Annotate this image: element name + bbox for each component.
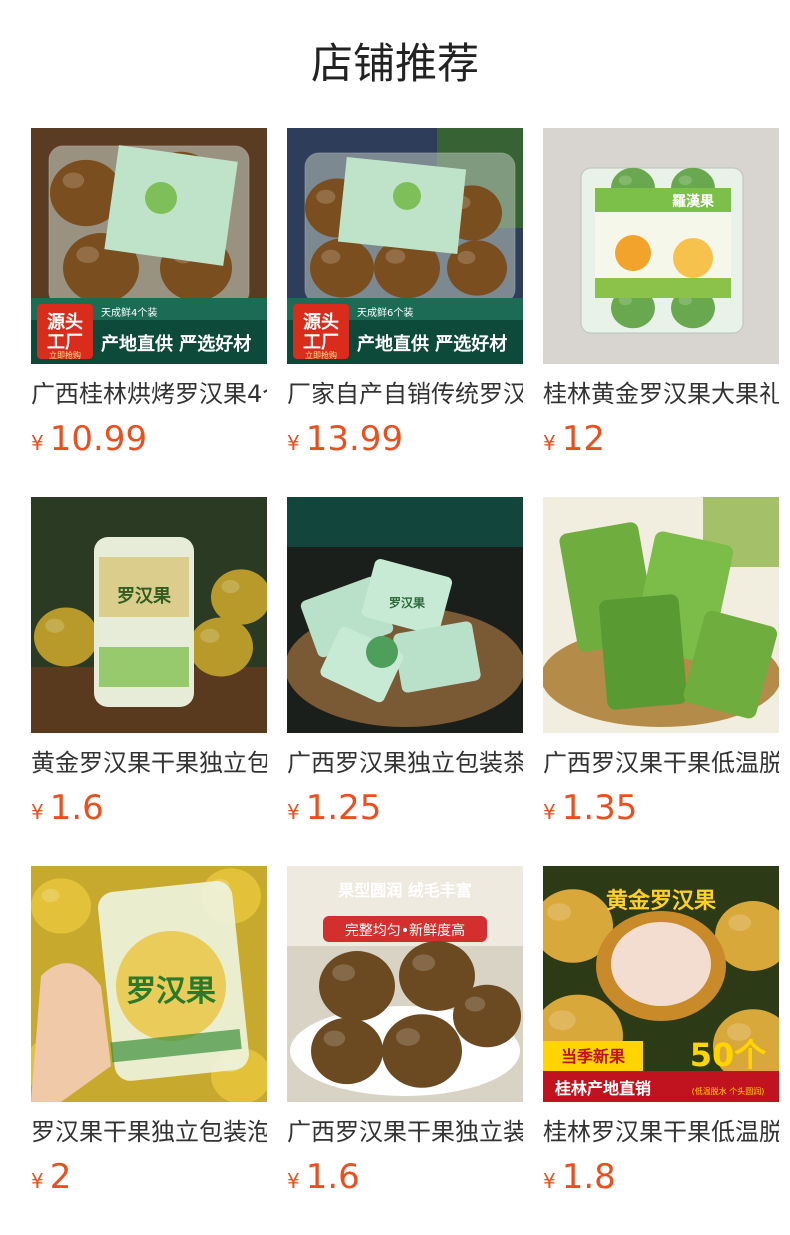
product-card[interactable]: 黄金罗汉果 当季新果 桂林产地直销 50个 (低温脱水 个头圆润) 桂林罗汉果干果… xyxy=(543,866,779,1235)
product-card[interactable]: 源头 工厂 立即抢购 天成鲜4个装 产地直供 严选好材广西桂林烘烤罗汉果4个装 ¥… xyxy=(31,128,267,497)
currency-symbol: ¥ xyxy=(287,1169,300,1193)
product-card[interactable]: 广西罗汉果干果低温脱水 ¥1.35 xyxy=(543,497,779,866)
image-text: 50个 xyxy=(690,1036,767,1074)
product-price: ¥10.99 xyxy=(31,416,267,468)
product-price: ¥1.8 xyxy=(543,1154,779,1206)
image-text: 天成鲜4个装 xyxy=(101,306,157,319)
product-price: ¥2 xyxy=(31,1154,267,1206)
image-text: 黄金罗汉果 xyxy=(606,888,716,914)
product-image-graphic: 源头 工厂 立即抢购 天成鲜4个装 产地直供 严选好材 xyxy=(31,128,267,364)
image-text: 产地直供 严选好材 xyxy=(357,333,507,355)
image-text: 源头 xyxy=(47,311,83,333)
product-card[interactable]: 源头 工厂 立即抢购 天成鲜6个装 产地直供 严选好材厂家自产自销传统罗汉果6个… xyxy=(287,128,523,497)
store-recommendations-page: 店铺推荐 源头 工厂 立即抢购 天成鲜4个装 产地直供 严选好材广西桂林烘烤罗汉… xyxy=(0,0,790,1234)
currency-symbol: ¥ xyxy=(31,1169,44,1193)
image-text: (低温脱水 个头圆润) xyxy=(692,1086,765,1096)
product-image[interactable]: 罗汉果 xyxy=(31,866,267,1102)
price-value: 1.6 xyxy=(305,1157,360,1197)
image-text: 天成鲜6个装 xyxy=(357,306,413,319)
image-text: 工厂 xyxy=(47,332,83,353)
price-value: 2 xyxy=(49,1157,72,1197)
product-image-graphic: 源头 工厂 立即抢购 天成鲜6个装 产地直供 严选好材 xyxy=(287,128,523,364)
image-text: 罗汉果 xyxy=(117,586,172,607)
product-image[interactable]: 源头 工厂 立即抢购 天成鲜6个装 产地直供 严选好材 xyxy=(287,128,523,364)
product-image[interactable]: 罗汉果 xyxy=(31,497,267,733)
product-card[interactable]: 罗汉果 黄金罗汉果干果独立包装 ¥1.6 xyxy=(31,497,267,866)
product-price: ¥13.99 xyxy=(287,416,523,468)
product-image-graphic: 罗汉果 xyxy=(31,497,267,733)
product-image[interactable]: 黄金罗汉果 当季新果 桂林产地直销 50个 (低温脱水 个头圆润) xyxy=(543,866,779,1102)
product-name[interactable]: 桂林黄金罗汉果大果礼盒 xyxy=(543,378,779,410)
product-grid: 源头 工厂 立即抢购 天成鲜4个装 产地直供 严选好材广西桂林烘烤罗汉果4个装 ¥… xyxy=(31,128,779,1235)
product-price: ¥12 xyxy=(543,416,779,468)
product-image[interactable]: 罗汉果 xyxy=(287,497,523,733)
price-value: 1.6 xyxy=(49,788,104,828)
currency-symbol: ¥ xyxy=(543,800,556,824)
product-image[interactable] xyxy=(543,497,779,733)
price-value: 1.35 xyxy=(561,788,638,828)
image-text: 工厂 xyxy=(303,332,339,353)
product-image-graphic: 罗汉果 xyxy=(31,866,267,1102)
product-price: ¥1.25 xyxy=(287,785,523,837)
image-text: 完整均匀•新鲜度高 xyxy=(345,922,465,939)
product-image-graphic: 羅漢果 xyxy=(543,128,779,364)
image-text: 罗汉果 xyxy=(389,595,425,610)
currency-symbol: ¥ xyxy=(543,431,556,455)
image-text: 当季新果 xyxy=(561,1047,625,1066)
currency-symbol: ¥ xyxy=(31,431,44,455)
product-name[interactable]: 厂家自产自销传统罗汉果6个装 xyxy=(287,378,523,410)
image-text: 罗汉果 xyxy=(126,974,216,1009)
product-card[interactable]: 果型圆润 绒毛丰富 完整均匀•新鲜度高 广西罗汉果干果独立装 ¥1.6 xyxy=(287,866,523,1235)
product-image-graphic: 黄金罗汉果 当季新果 桂林产地直销 50个 (低温脱水 个头圆润) xyxy=(543,866,779,1102)
product-name[interactable]: 广西桂林烘烤罗汉果4个装 xyxy=(31,378,267,410)
product-image-graphic: 果型圆润 绒毛丰富 完整均匀•新鲜度高 xyxy=(287,866,523,1102)
product-image[interactable]: 羅漢果 xyxy=(543,128,779,364)
price-value: 10.99 xyxy=(49,419,148,459)
currency-symbol: ¥ xyxy=(31,800,44,824)
currency-symbol: ¥ xyxy=(543,1169,556,1193)
price-value: 1.8 xyxy=(561,1157,616,1197)
product-price: ¥1.6 xyxy=(287,1154,523,1206)
currency-symbol: ¥ xyxy=(287,431,300,455)
image-text: 果型圆润 绒毛丰富 xyxy=(337,881,472,900)
product-name[interactable]: 罗汉果干果独立包装泡茶 xyxy=(31,1116,267,1148)
product-card[interactable]: 羅漢果 桂林黄金罗汉果大果礼盒 ¥12 xyxy=(543,128,779,497)
product-card[interactable]: 罗汉果广西罗汉果独立包装茶 ¥1.25 xyxy=(287,497,523,866)
image-text: 立即抢购 xyxy=(305,350,337,360)
product-name[interactable]: 广西罗汉果独立包装茶 xyxy=(287,747,523,779)
product-price: ¥1.6 xyxy=(31,785,267,837)
image-text: 源头 xyxy=(303,311,339,333)
product-name[interactable]: 黄金罗汉果干果独立包装 xyxy=(31,747,267,779)
product-image[interactable]: 源头 工厂 立即抢购 天成鲜4个装 产地直供 严选好材 xyxy=(31,128,267,364)
image-text: 羅漢果 xyxy=(672,193,715,210)
price-value: 12 xyxy=(561,419,605,459)
product-image[interactable]: 果型圆润 绒毛丰富 完整均匀•新鲜度高 xyxy=(287,866,523,1102)
price-value: 13.99 xyxy=(305,419,404,459)
image-text: 桂林产地直销 xyxy=(554,1079,651,1098)
image-text: 立即抢购 xyxy=(49,350,81,360)
section-title: 店铺推荐 xyxy=(310,39,479,88)
product-name[interactable]: 桂林罗汉果干果低温脱水 xyxy=(543,1116,779,1148)
currency-symbol: ¥ xyxy=(287,800,300,824)
price-value: 1.25 xyxy=(305,788,382,828)
product-image-graphic xyxy=(543,497,779,733)
product-name[interactable]: 广西罗汉果干果独立装 xyxy=(287,1116,523,1148)
product-image-graphic: 罗汉果 xyxy=(287,497,523,733)
product-name[interactable]: 广西罗汉果干果低温脱水 xyxy=(543,747,779,779)
product-price: ¥1.35 xyxy=(543,785,779,837)
image-text: 产地直供 严选好材 xyxy=(101,333,251,355)
product-card[interactable]: 罗汉果 罗汉果干果独立包装泡茶 ¥2 xyxy=(31,866,267,1235)
